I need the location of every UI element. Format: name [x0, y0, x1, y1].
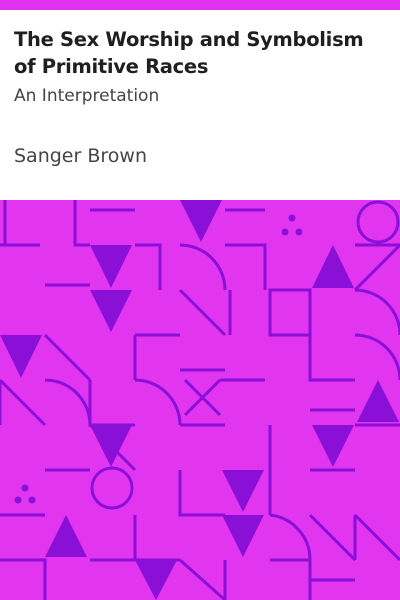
title-block: The Sex Worship and Symbolism of Primiti…	[0, 10, 400, 200]
top-color-strip	[0, 0, 400, 10]
book-title: The Sex Worship and Symbolism of Primiti…	[14, 28, 364, 78]
book-subtitle: An Interpretation	[14, 86, 160, 106]
cover-pattern	[0, 200, 400, 600]
book-author: Sanger Brown	[14, 145, 147, 167]
book-cover: The Sex Worship and Symbolism of Primiti…	[0, 0, 400, 600]
